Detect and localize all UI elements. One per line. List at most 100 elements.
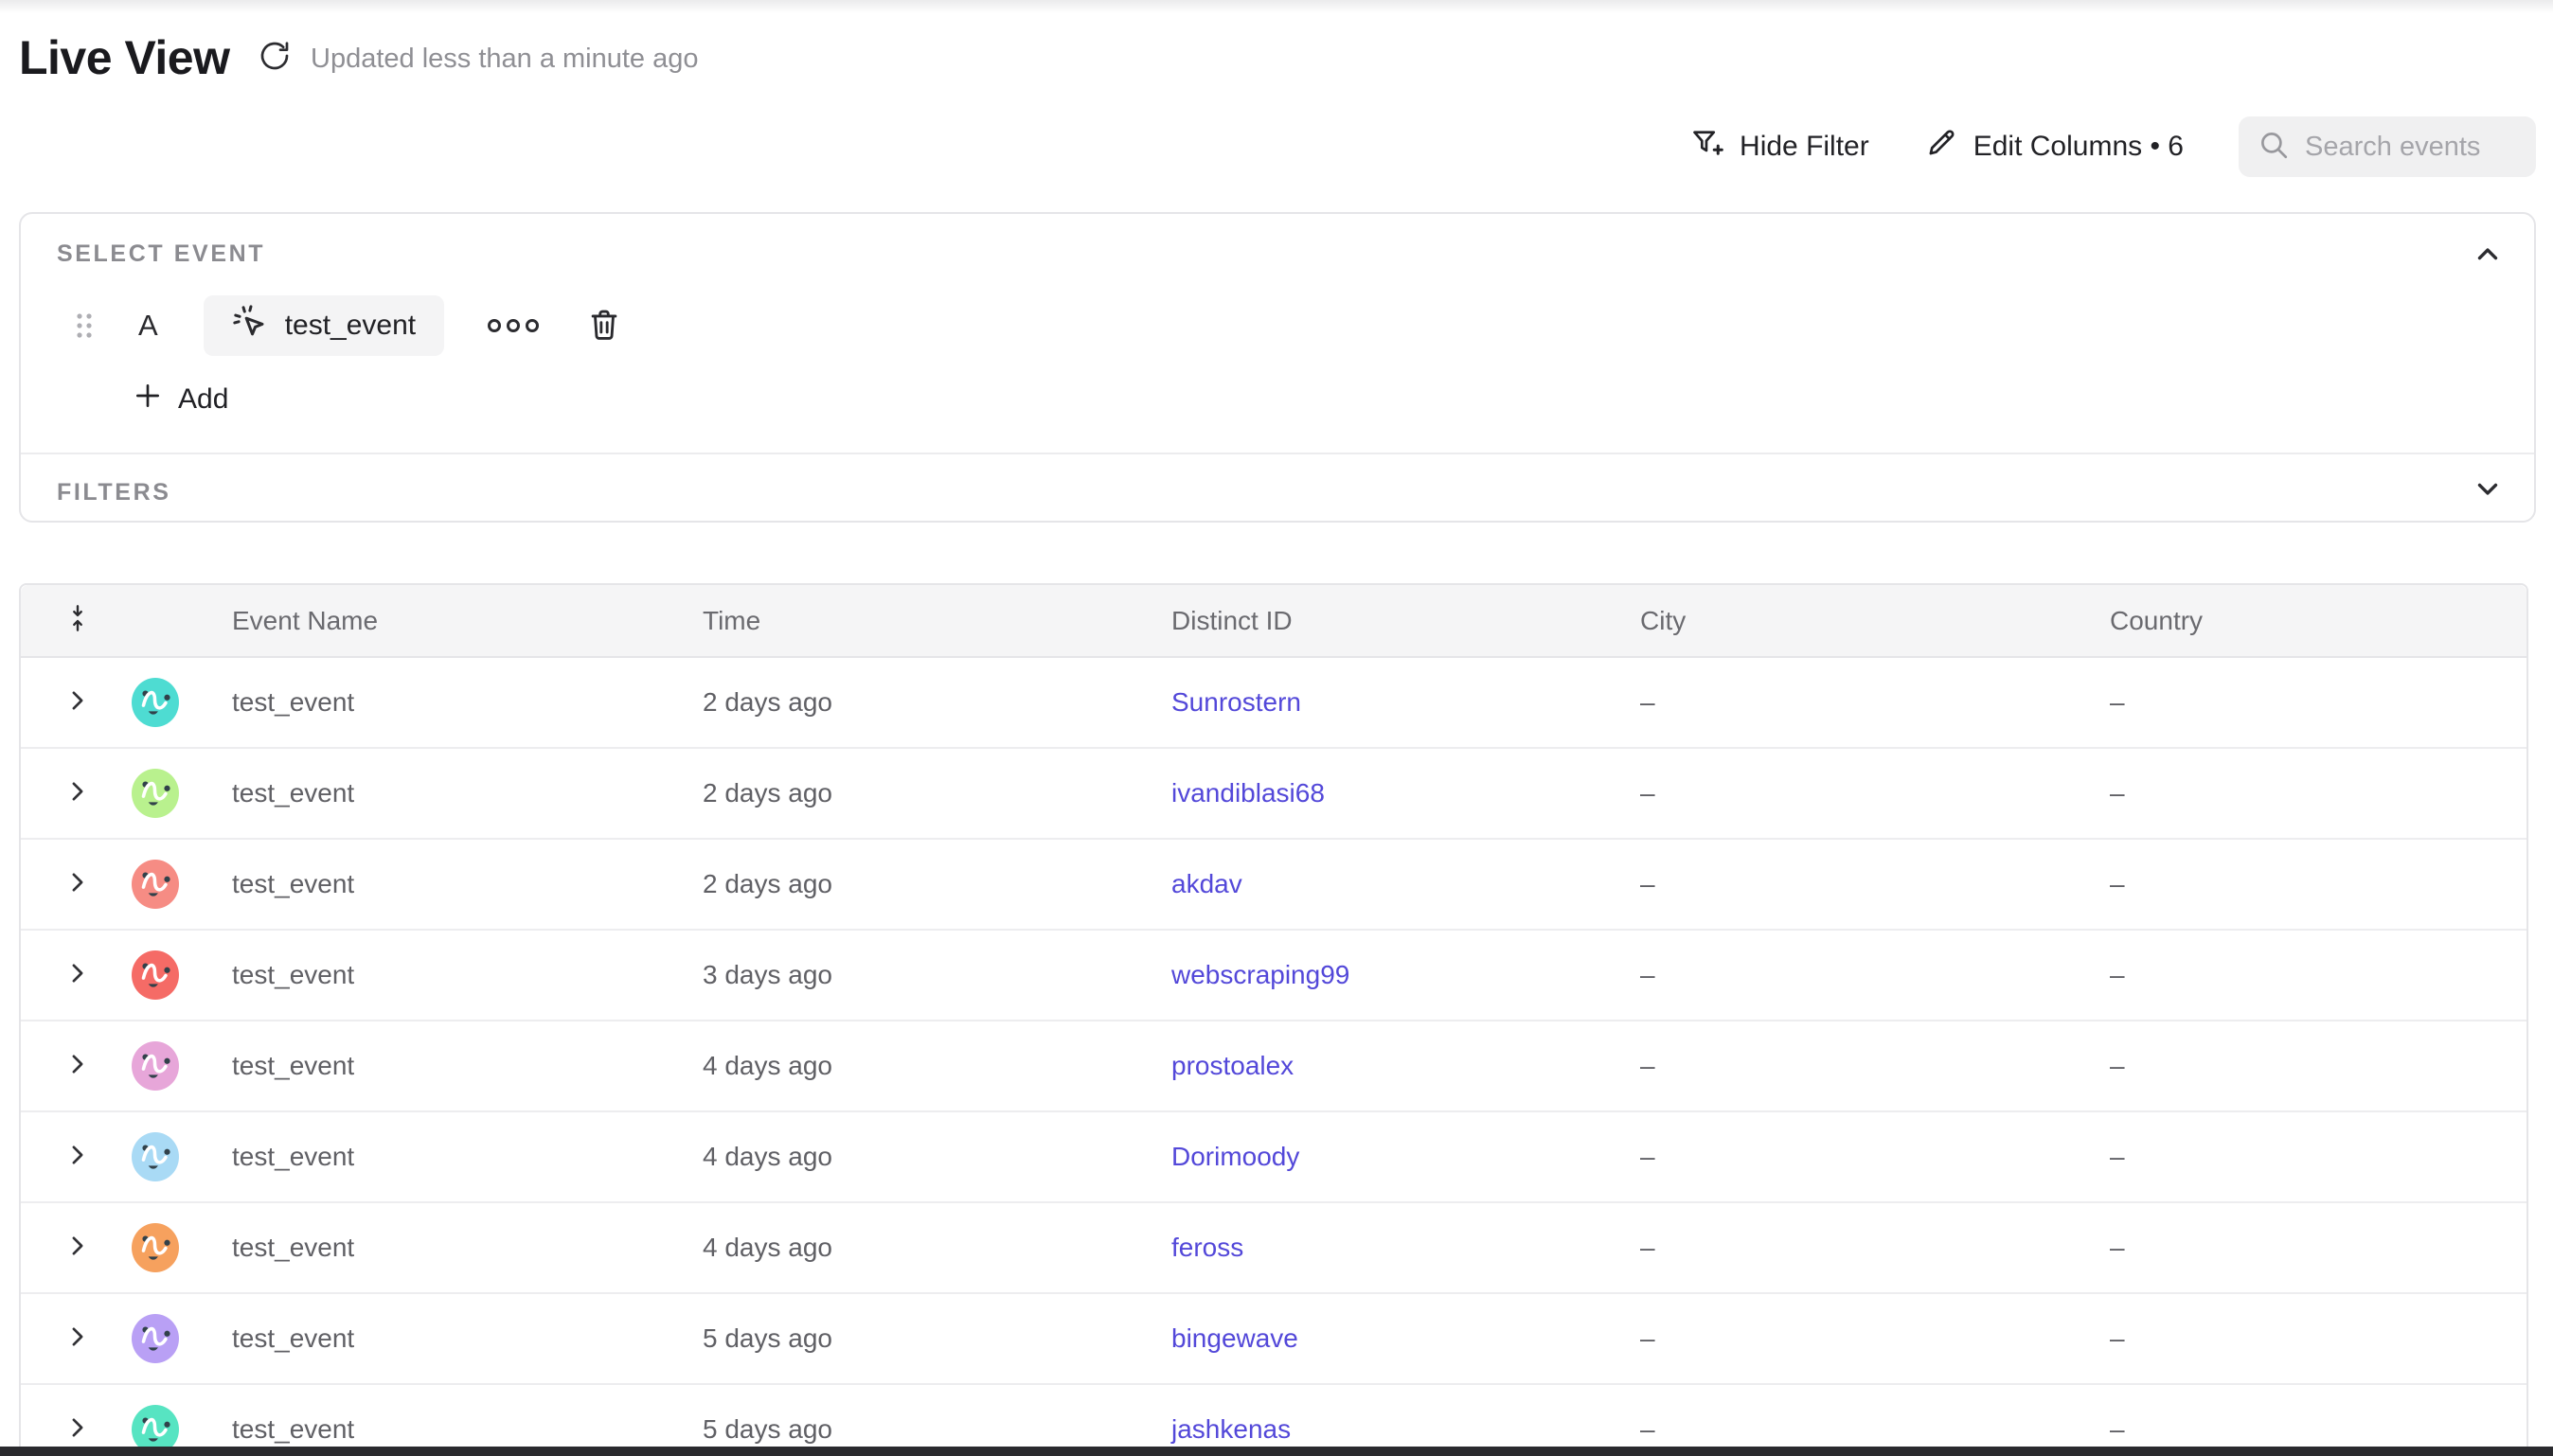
chevron-up-icon [2472,259,2504,274]
country-cell: – [2110,1233,2526,1263]
pencil-icon [1924,126,1958,168]
chevron-right-icon [64,1142,91,1168]
event-query-row: A test_event [72,295,622,356]
country-cell: – [2110,1414,2526,1445]
column-header-city: City [1640,606,2110,636]
ellipsis-icon [488,319,539,332]
table-body: test_event 2 days ago Sunrostern – – [21,658,2526,1456]
time-cell: 5 days ago [703,1414,1171,1445]
chevron-right-icon [64,778,91,805]
time-cell: 5 days ago [703,1323,1171,1354]
bottom-window-edge [0,1447,2553,1456]
event-name-cell: test_event [232,1323,703,1354]
country-cell: – [2110,869,2526,899]
event-options-button[interactable] [488,319,539,332]
event-name-cell: test_event [232,960,703,990]
chevron-down-icon [2472,493,2504,507]
user-avatar [132,769,179,818]
collapse-select-event-button[interactable] [2472,239,2504,274]
column-header-event-name: Event Name [232,606,703,636]
expand-row-button[interactable] [64,1414,91,1441]
plus-icon [133,381,163,418]
select-event-section-label: SELECT EVENT [57,240,265,268]
updated-status-text: Updated less than a minute ago [311,44,699,75]
edit-columns-label: Edit Columns • 6 [1973,131,2184,163]
city-cell: – [1640,960,2110,990]
chevron-right-icon [64,1051,91,1077]
event-chip[interactable]: test_event [204,295,444,356]
distinct-id-link[interactable]: akdav [1171,869,1242,898]
time-cell: 2 days ago [703,687,1171,718]
table-row: test_event 5 days ago jashkenas – – [21,1385,2526,1456]
expand-row-button[interactable] [64,869,91,896]
chevron-right-icon [64,687,91,714]
chevron-right-icon [64,869,91,896]
city-cell: – [1640,778,2110,808]
query-builder-panel: SELECT EVENT A [19,212,2536,523]
distinct-id-link[interactable]: feross [1171,1233,1243,1262]
expand-row-button[interactable] [64,1142,91,1168]
country-cell: – [2110,778,2526,808]
expand-row-button[interactable] [64,1323,91,1350]
table-row: test_event 2 days ago Sunrostern – – [21,658,2526,749]
expand-filters-button[interactable] [2472,472,2504,507]
edit-columns-button[interactable]: Edit Columns • 6 [1924,126,2184,168]
distinct-id-link[interactable]: Dorimoody [1171,1142,1299,1171]
table-row: test_event 5 days ago bingewave – – [21,1294,2526,1385]
user-avatar [132,950,179,1000]
expand-row-button[interactable] [64,778,91,805]
table-row: test_event 4 days ago Dorimoody – – [21,1112,2526,1203]
city-cell: – [1640,1233,2110,1263]
panel-divider [21,453,2534,454]
expand-row-button[interactable] [64,1233,91,1259]
hide-filter-button[interactable]: Hide Filter [1690,126,1869,168]
event-name-cell: test_event [232,687,703,718]
city-cell: – [1640,1323,2110,1354]
column-header-distinct-id: Distinct ID [1171,606,1640,636]
distinct-id-link[interactable]: prostoalex [1171,1051,1294,1080]
event-name-cell: test_event [232,778,703,808]
search-events-box[interactable] [2239,116,2536,177]
distinct-id-link[interactable]: jashkenas [1171,1414,1291,1444]
user-avatar [132,860,179,909]
user-avatar [132,1041,179,1091]
page-title: Live View [19,30,229,85]
events-table: Event Name Time Distinct ID City Country [19,583,2528,1456]
search-events-input[interactable] [2305,132,2517,163]
city-cell: – [1640,687,2110,718]
delete-event-button[interactable] [586,307,622,346]
distinct-id-link[interactable]: ivandiblasi68 [1171,778,1325,808]
expand-row-button[interactable] [64,1051,91,1077]
user-avatar [132,1132,179,1181]
time-cell: 2 days ago [703,778,1171,808]
drag-handle[interactable] [72,310,97,342]
distinct-id-link[interactable]: webscraping99 [1171,960,1349,989]
distinct-id-link[interactable]: bingewave [1171,1323,1298,1353]
live-view-page: Live View Updated less than a minute ago… [0,0,2553,1456]
toolbar: Hide Filter Edit Columns • 6 [1690,115,2536,178]
refresh-icon [257,62,293,77]
event-name-cell: test_event [232,1414,703,1445]
collapse-all-rows-button[interactable] [62,603,93,633]
event-chip-label: test_event [285,310,416,342]
refresh-button[interactable] [256,38,294,76]
expand-row-button[interactable] [64,687,91,714]
user-avatar [132,678,179,727]
user-avatar [132,1223,179,1272]
filters-section-label: FILTERS [57,479,171,506]
drag-dots-icon [72,330,97,345]
city-cell: – [1640,1142,2110,1172]
collapse-vertical-icon [62,603,93,633]
chevron-right-icon [64,960,91,986]
add-event-button[interactable]: Add [133,381,228,418]
city-cell: – [1640,1414,2110,1445]
hide-filter-label: Hide Filter [1740,131,1869,163]
table-row: test_event 3 days ago webscraping99 – – [21,931,2526,1021]
add-label: Add [178,383,228,416]
event-name-cell: test_event [232,869,703,899]
distinct-id-link[interactable]: Sunrostern [1171,687,1301,717]
table-header-row: Event Name Time Distinct ID City Country [21,585,2526,658]
event-name-cell: test_event [232,1233,703,1263]
expand-row-button[interactable] [64,960,91,986]
chevron-right-icon [64,1414,91,1441]
